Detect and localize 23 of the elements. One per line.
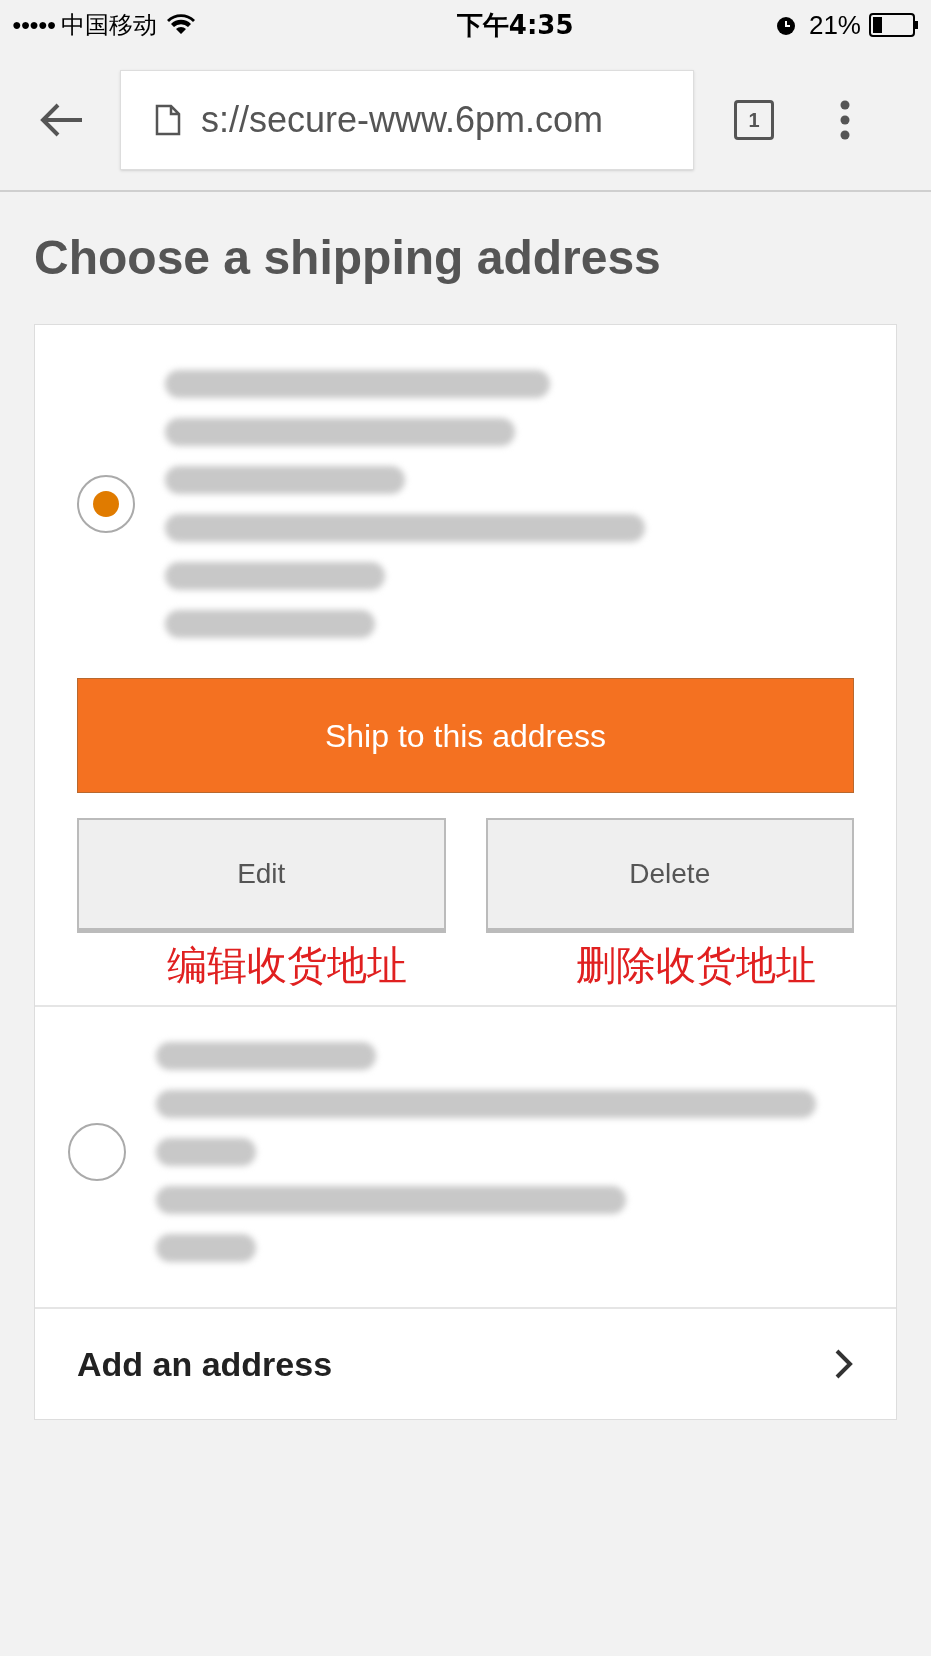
annotation-text: 编辑收货地址 [166,941,408,990]
add-address-row[interactable]: Add an address [35,1307,896,1419]
battery-percent: 21% [808,8,861,42]
delete-button[interactable]: Delete [485,818,854,933]
battery-icon [869,13,919,37]
alarm-icon [774,14,797,36]
menu-icon[interactable] [840,100,850,140]
carrier-name: 中国移动 [61,10,158,41]
tab-count-button[interactable]: 1 [734,100,774,140]
back-arrow-icon[interactable] [40,102,84,138]
url-text: s://secure-www.6pm.com [201,98,604,142]
clock-time: 下午4:35 [456,8,574,42]
annotation-text: 删除收货地址 [574,941,817,990]
page-icon [155,104,181,136]
edit-button[interactable]: Edit [77,818,446,933]
chevron-right-icon [834,1348,854,1380]
radio-button[interactable] [68,1123,126,1181]
signal-dots: ●●●●● [12,15,56,35]
radio-button[interactable] [77,475,135,533]
add-address-label: Add an address [77,1343,333,1385]
page-title: Choose a shipping address [34,230,662,286]
url-bar[interactable]: s://secure-www.6pm.com [120,70,694,170]
wifi-icon [167,14,196,36]
